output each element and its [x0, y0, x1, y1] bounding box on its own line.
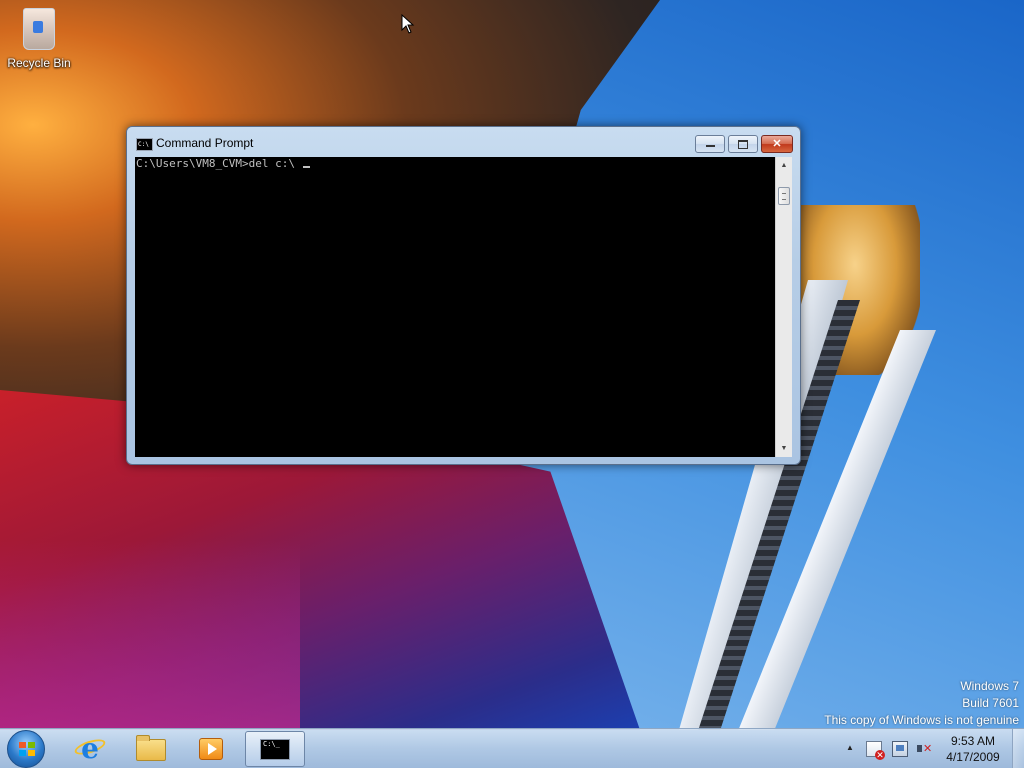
taskbar-clock[interactable]: 9:53 AM 4/17/2009 — [940, 733, 1006, 765]
scroll-down-arrow-icon[interactable]: ▼ — [776, 440, 792, 457]
taskbar-command-prompt[interactable]: C:\_ — [245, 731, 305, 767]
console-line: C:\Users\VM8_CVM>del c:\ — [136, 158, 310, 170]
command-prompt-window[interactable]: C:\ Command Prompt ✕ C:\Users\VM8_CVM>de… — [126, 126, 801, 465]
volume-muted-icon[interactable] — [916, 741, 932, 757]
scroll-thumb[interactable] — [778, 187, 790, 205]
internet-explorer-icon: e — [81, 732, 99, 765]
console-output[interactable]: C:\Users\VM8_CVM>del c:\ — [135, 157, 775, 457]
watermark-version: Windows 7 — [960, 679, 1019, 693]
minimize-button[interactable] — [695, 135, 725, 153]
windows-logo-icon — [19, 742, 35, 756]
cmd-icon: C:\ — [136, 138, 153, 151]
taskbar: e C:\_ ▲ 9:53 AM 4/17/2009 — [0, 728, 1024, 768]
text-cursor — [302, 166, 310, 168]
taskbar-internet-explorer[interactable]: e — [62, 731, 118, 767]
vertical-scrollbar[interactable]: ▲ ▼ — [775, 157, 792, 457]
console-command-text: C:\Users\VM8_CVM>del c:\ — [136, 157, 302, 170]
taskbar-media-player[interactable] — [183, 731, 239, 767]
recycle-bin-icon — [23, 8, 55, 50]
scroll-up-arrow-icon[interactable]: ▲ — [776, 157, 792, 174]
cmd-icon: C:\_ — [260, 739, 290, 760]
watermark-build: Build 7601 — [962, 696, 1019, 710]
action-center-flag-icon[interactable] — [866, 741, 885, 760]
folder-icon — [136, 735, 166, 761]
desktop-icon-label: Recycle Bin — [7, 56, 71, 70]
clock-date: 4/17/2009 — [946, 750, 1000, 764]
watermark-genuine-notice: This copy of Windows is not genuine — [824, 713, 1019, 727]
close-button[interactable]: ✕ — [761, 135, 793, 153]
desktop-icon-recycle-bin[interactable]: Recycle Bin — [4, 6, 74, 76]
close-icon: ✕ — [772, 138, 782, 150]
maximize-button[interactable] — [728, 135, 758, 153]
title-bar[interactable]: C:\ Command Prompt ✕ — [127, 127, 800, 157]
desktop[interactable]: Recycle Bin C:\ Command Prompt ✕ C:\User… — [0, 0, 1024, 768]
minimize-icon — [705, 145, 715, 147]
show-desktop-button[interactable] — [1012, 729, 1024, 768]
wallpaper-magenta-glow — [0, 540, 300, 730]
show-hidden-icons-arrow-icon[interactable]: ▲ — [845, 743, 855, 753]
window-title: Command Prompt — [156, 136, 254, 150]
media-player-icon — [199, 738, 223, 760]
maximize-icon — [738, 140, 748, 149]
mouse-pointer-icon — [401, 14, 415, 34]
network-icon[interactable] — [892, 741, 908, 757]
clock-time: 9:53 AM — [950, 734, 996, 748]
windows-watermark: Windows 7 Build 7601 This copy of Window… — [799, 678, 1019, 729]
taskbar-windows-explorer[interactable] — [123, 731, 179, 767]
start-button[interactable] — [7, 730, 45, 768]
